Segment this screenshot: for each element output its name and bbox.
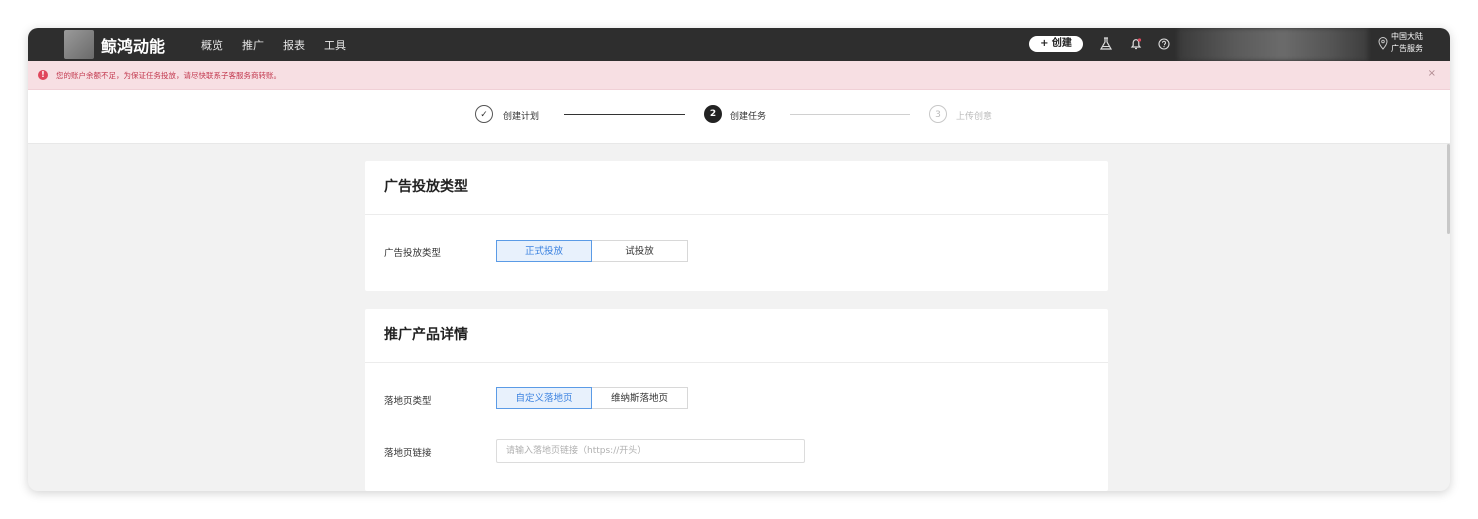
scrollbar[interactable] [1447,144,1450,234]
step-2-number: 2 [704,105,722,123]
option-custom-landing[interactable]: 自定义落地页 [496,387,592,409]
bell-icon[interactable] [1127,35,1145,53]
region-line-1: 中国大陆 [1391,32,1423,41]
alert-message: 您的账户余额不足，为保证任务投放，请尽快联系子客服务商转账。 [56,71,281,80]
option-formal-delivery[interactable]: 正式投放 [496,240,592,262]
region-selector[interactable]: 中国大陆 广告服务 [1391,31,1423,55]
option-trial-delivery[interactable]: 试投放 [592,240,688,262]
top-navigation-bar: 鲸鸿动能 概览 推广 报表 工具 + 创建 中国大陆 广告服务 [28,28,1450,61]
app-window: 鲸鸿动能 概览 推广 报表 工具 + 创建 中国大陆 广告服务 ! 您的账户余额… [28,28,1450,491]
step-1-label: 创建计划 [503,112,540,122]
nav-item-overview[interactable]: 概览 [201,37,223,53]
brand-name[interactable]: 鲸鸿动能 [101,33,165,57]
step-connector-1 [564,114,685,115]
ad-type-label: 广告投放类型 [384,248,442,259]
create-button[interactable]: + 创建 [1029,36,1083,52]
step-1-check-icon: ✓ [475,105,493,123]
landing-link-label: 落地页链接 [384,448,432,459]
ad-type-selector: 正式投放 试投放 [496,240,688,262]
close-icon[interactable]: × [1428,68,1436,79]
landing-type-label: 落地页类型 [384,396,432,407]
landing-link-input[interactable] [496,439,805,463]
flask-icon[interactable] [1097,35,1115,53]
region-line-2: 广告服务 [1391,44,1423,53]
progress-steps: ✓ 创建计划 2 创建任务 3 上传创意 [28,90,1450,144]
nav-item-reports[interactable]: 报表 [283,37,305,53]
user-account-area[interactable] [1178,28,1368,61]
step-connector-2 [790,114,910,115]
step-3-label: 上传创意 [956,112,993,122]
balance-alert-banner: ! 您的账户余额不足，为保证任务投放，请尽快联系子客服务商转账。 × [28,61,1450,90]
ad-delivery-type-card: 广告投放类型 广告投放类型 正式投放 试投放 [365,161,1108,291]
location-pin-icon [1378,37,1388,50]
product-details-card: 推广产品详情 落地页类型 自定义落地页 维纳斯落地页 落地页链接 [365,309,1108,491]
landing-type-selector: 自定义落地页 维纳斯落地页 [496,387,688,409]
logo-image [64,30,94,59]
nav-item-promotion[interactable]: 推广 [242,37,264,53]
step-3-number: 3 [929,105,947,123]
card-title-ad-type: 广告投放类型 [365,161,1108,215]
error-icon: ! [38,70,48,80]
nav-item-tools[interactable]: 工具 [324,37,346,53]
main-nav: 概览 推广 报表 工具 [201,37,365,53]
card-title-product: 推广产品详情 [365,309,1108,363]
help-icon[interactable] [1155,35,1173,53]
step-2-label: 创建任务 [730,112,767,122]
option-venus-landing[interactable]: 维纳斯落地页 [592,387,688,409]
